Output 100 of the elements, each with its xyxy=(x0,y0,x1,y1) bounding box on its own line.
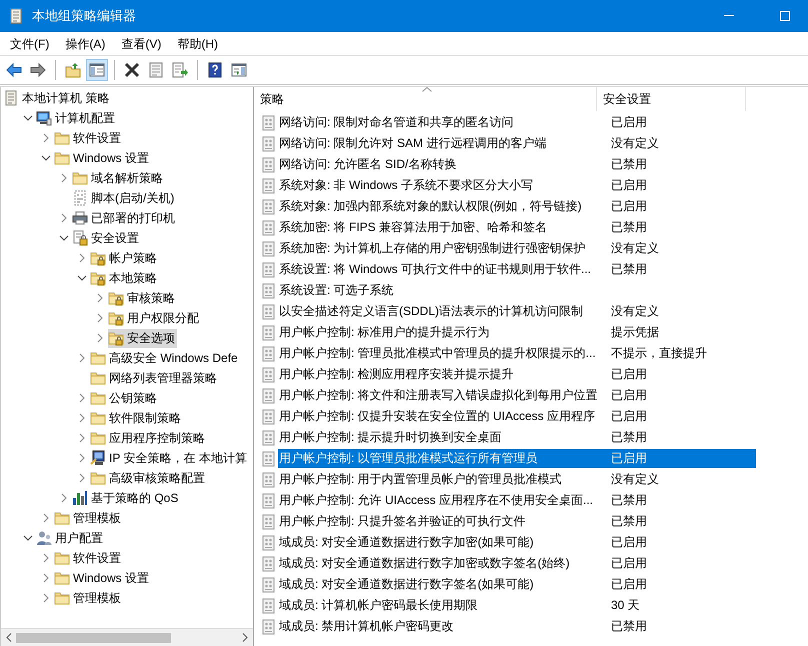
tree-item[interactable]: IP 安全策略，在 本地计算 xyxy=(90,448,249,468)
tree-pane-button[interactable] xyxy=(86,59,108,81)
tree-item[interactable]: 本地策略 xyxy=(90,268,159,288)
list-row[interactable]: 用户帐户控制: 检测应用程序安装并提示提升 已启用 xyxy=(278,365,756,384)
chevron-right-icon[interactable] xyxy=(77,413,87,423)
chevron-right-icon[interactable] xyxy=(59,493,69,503)
user-icon xyxy=(36,530,52,546)
menu-item[interactable]: 文件(F) xyxy=(2,34,58,54)
chevron-right-icon[interactable] xyxy=(95,313,105,323)
properties-sheet-icon xyxy=(148,62,164,78)
chevron-right-icon[interactable] xyxy=(77,433,87,443)
tree-item[interactable]: Windows 设置 xyxy=(54,568,152,588)
list-row[interactable]: 网络访问: 限制对命名管道和共享的匿名访问 已启用 xyxy=(278,113,756,132)
list-row[interactable]: 系统加密: 将 FIPS 兼容算法用于加密、哈希和签名 已禁用 xyxy=(278,218,756,237)
list-row[interactable]: 用户帐户控制: 仅提升安装在安全位置的 UIAccess 应用程序 已启用 xyxy=(278,407,756,426)
maximize-icon xyxy=(780,11,790,21)
policy-name-cell-text: 系统设置: 将 Windows 可执行文件中的证书规则用于软件... xyxy=(278,261,592,278)
list-row[interactable]: 域成员: 计算机帐户密码最长使用期限 30 天 xyxy=(278,596,756,615)
tree-item[interactable]: 高级安全 Windows Defe xyxy=(90,348,240,368)
chevron-down-icon[interactable] xyxy=(77,273,87,283)
chevron-right-icon[interactable] xyxy=(41,553,51,563)
list-row[interactable]: 域成员: 对安全通道数据进行数字加密或数字签名(始终) 已启用 xyxy=(278,554,756,573)
list-row[interactable]: 系统加密: 为计算机上存储的用户密钥强制进行强密钥保护 没有定义 xyxy=(278,239,756,258)
chevron-right-icon[interactable] xyxy=(41,513,51,523)
menu-item[interactable]: 操作(A) xyxy=(57,34,114,54)
list-row[interactable]: 系统对象: 加强内部系统对象的默认权限(例如，符号链接) 已启用 xyxy=(278,197,756,216)
tree-item[interactable]: 管理模板 xyxy=(54,588,123,608)
list-row[interactable]: 用户帐户控制: 以管理员批准模式运行所有管理员 已启用 xyxy=(278,449,756,468)
list-row[interactable]: 系统设置: 可选子系统 xyxy=(278,281,756,300)
tree-item[interactable]: 审核策略 xyxy=(108,288,177,308)
policy-name-cell-text: 用户帐户控制: 只提升签名并验证的可执行文件 xyxy=(278,513,527,530)
list-row[interactable]: 网络访问: 允许匿名 SID/名称转换 已禁用 xyxy=(278,155,756,174)
menu-item[interactable]: 帮助(H) xyxy=(169,34,226,54)
list-row[interactable]: 网络访问: 限制允许对 SAM 进行远程调用的客户端 没有定义 xyxy=(278,134,756,153)
folder-icon xyxy=(90,410,106,426)
scrollbar-thumb[interactable] xyxy=(16,632,172,642)
policy-name-cell-text: 用户帐户控制: 提示提升时切换到安全桌面 xyxy=(278,429,503,446)
chevron-right-icon[interactable] xyxy=(41,573,51,583)
list-row[interactable]: 系统对象: 非 Windows 子系统不要求区分大小写 已启用 xyxy=(278,176,756,195)
list-row[interactable]: 用户帐户控制: 只提升签名并验证的可执行文件 已禁用 xyxy=(278,512,756,531)
list-row[interactable]: 域成员: 禁用计算机帐户密码更改 已禁用 xyxy=(278,617,756,636)
list-row[interactable]: 用户帐户控制: 管理员批准模式中管理员的提升权限提示的... 不提示，直接提升 xyxy=(278,344,756,363)
list-row[interactable]: 用户帐户控制: 提示提升时切换到安全桌面 已禁用 xyxy=(278,428,756,447)
chevron-right-icon[interactable] xyxy=(59,173,69,183)
tree-item[interactable]: 本地计算机 策略 xyxy=(3,88,112,108)
list-row[interactable]: 域成员: 对安全通道数据进行数字签名(如果可能) 已启用 xyxy=(278,575,756,594)
chevron-right-icon[interactable] xyxy=(41,133,51,143)
tree-item[interactable]: 应用程序控制策略 xyxy=(90,428,207,448)
list-row[interactable]: 用户帐户控制: 允许 UIAccess 应用程序在不使用安全桌面... 已禁用 xyxy=(278,491,756,510)
horizontal-scrollbar[interactable] xyxy=(1,628,253,646)
chevron-right-icon[interactable] xyxy=(77,393,87,403)
tree-item[interactable]: 计算机配置 xyxy=(36,108,117,128)
chevron-right-icon[interactable] xyxy=(41,593,51,603)
tree-item[interactable]: 域名解析策略 xyxy=(72,168,165,188)
chevron-down-icon[interactable] xyxy=(23,533,33,543)
chevron-down-icon[interactable] xyxy=(41,153,51,163)
chevron-down-icon[interactable] xyxy=(59,233,69,243)
policy-name-cell-text: 域成员: 计算机帐户密码最长使用期限 xyxy=(278,597,479,614)
list-row[interactable]: 用户帐户控制: 将文件和注册表写入错误虚拟化到每用户位置 已启用 xyxy=(278,386,756,405)
column-header[interactable]: 策略 xyxy=(254,87,597,111)
setting-cell: 已启用 xyxy=(611,366,647,383)
tree-item[interactable]: 用户权限分配 xyxy=(108,308,201,328)
export-list-icon xyxy=(172,62,188,78)
tree-item[interactable]: 高级审核策略配置 xyxy=(90,468,207,488)
chevron-right-icon[interactable] xyxy=(77,453,87,463)
tree-item[interactable]: 已部署的打印机 xyxy=(72,208,177,228)
window-title: 本地组策略编辑器 xyxy=(32,7,136,25)
list-row[interactable]: 系统设置: 将 Windows 可执行文件中的证书规则用于软件... 已禁用 xyxy=(278,260,756,279)
list-row[interactable]: 以安全描述符定义语言(SDDL)语法表示的计算机访问限制 没有定义 xyxy=(278,302,756,321)
tree-item[interactable]: 脚本(启动/关机) xyxy=(72,188,176,208)
tree-item[interactable]: Windows 设置 xyxy=(54,148,152,168)
tree-item[interactable]: 软件设置 xyxy=(54,548,123,568)
column-header[interactable]: 安全设置 xyxy=(597,87,746,111)
list-row[interactable]: 用户帐户控制: 标准用户的提升提示行为 提示凭据 xyxy=(278,323,756,342)
policy-icon xyxy=(261,430,277,446)
list-row[interactable]: 用户帐户控制: 用于内置管理员帐户的管理员批准模式 没有定义 xyxy=(278,470,756,489)
tree-item[interactable]: 安全设置 xyxy=(72,228,141,248)
tree-item[interactable]: 帐户策略 xyxy=(90,248,159,268)
chevron-right-icon[interactable] xyxy=(77,473,87,483)
folder-icon xyxy=(54,570,70,586)
folder-icon xyxy=(90,350,106,366)
chevron-down-icon[interactable] xyxy=(23,113,33,123)
chevron-right-icon[interactable] xyxy=(59,213,69,223)
menu-item[interactable]: 查看(V) xyxy=(113,34,170,54)
tree-item[interactable]: 用户配置 xyxy=(36,528,105,548)
tree-item[interactable]: 网络列表管理器策略 xyxy=(90,368,219,388)
tree-pane-icon xyxy=(89,62,105,78)
chevron-right-icon[interactable] xyxy=(77,353,87,363)
setting-cell: 已启用 xyxy=(611,534,647,551)
chevron-right-icon[interactable] xyxy=(95,293,105,303)
tree-item[interactable]: 软件设置 xyxy=(54,128,123,148)
list-row[interactable]: 域成员: 对安全通道数据进行数字加密(如果可能) 已启用 xyxy=(278,533,756,552)
chevron-right-icon[interactable] xyxy=(95,333,105,343)
tree-item[interactable]: 安全选项 xyxy=(108,328,177,348)
setting-cell: 已禁用 xyxy=(611,261,647,278)
chevron-right-icon[interactable] xyxy=(77,253,87,263)
tree-item[interactable]: 基于策略的 QoS xyxy=(72,488,180,508)
tree-item[interactable]: 管理模板 xyxy=(54,508,123,528)
tree-item[interactable]: 软件限制策略 xyxy=(90,408,183,428)
tree-item[interactable]: 公钥策略 xyxy=(90,388,159,408)
